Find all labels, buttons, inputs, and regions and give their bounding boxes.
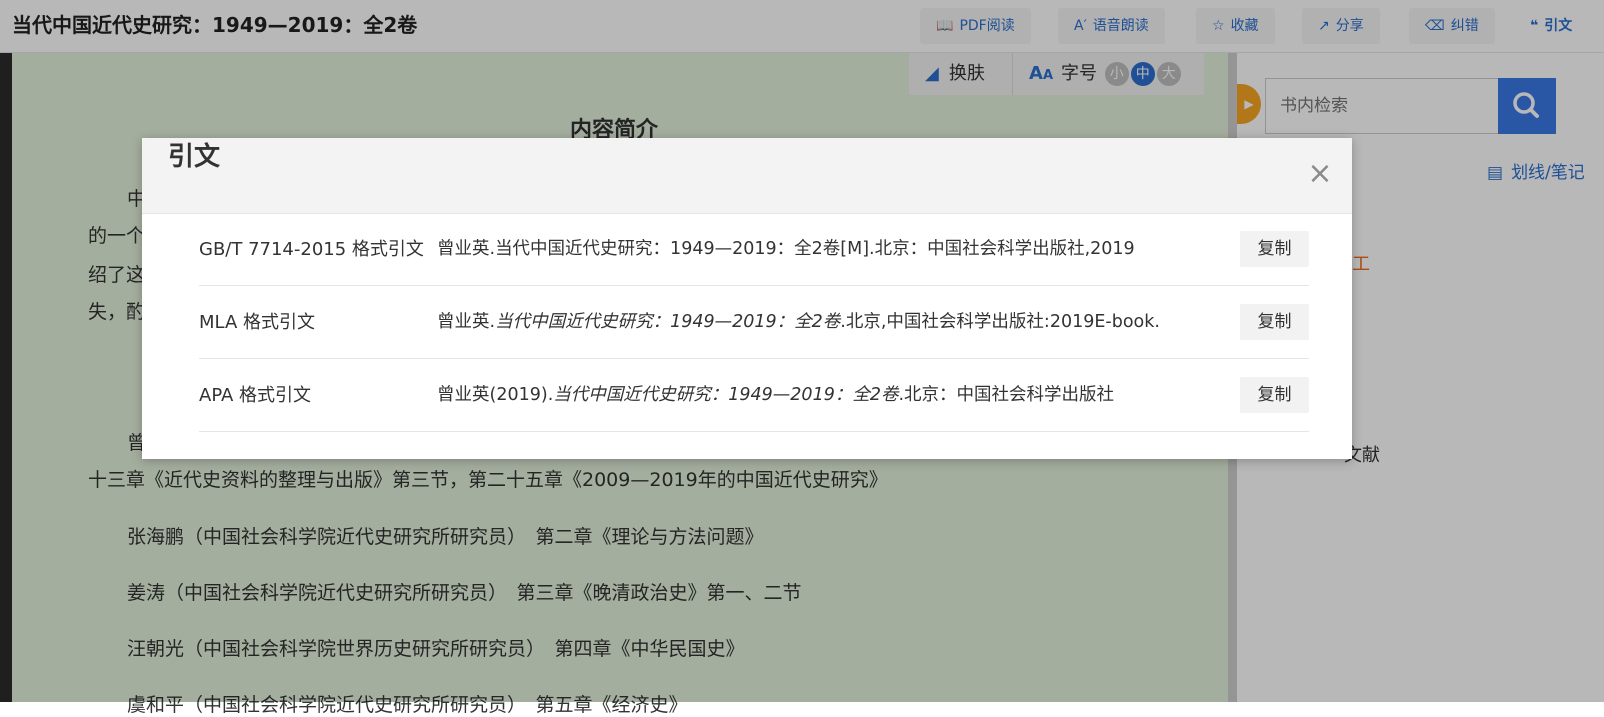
citation-author: 曾业英. [437, 312, 496, 332]
citation-row-apa: APA 格式引文 曾业英(2019).当代中国近代史研究：1949—2019：全… [199, 359, 1309, 432]
citation-author: 曾业英(2019). [437, 385, 554, 405]
modal-header: 引文 × [142, 138, 1352, 214]
citation-row-gbt: GB/T 7714-2015 格式引文 曾业英.当代中国近代史研究：1949—2… [199, 213, 1309, 286]
citation-modal: 引文 × GB/T 7714-2015 格式引文 曾业英.当代中国近代史研究：1… [142, 138, 1352, 459]
copy-button[interactable]: 复制 [1240, 377, 1309, 413]
citation-row-mla: MLA 格式引文 曾业英.当代中国近代史研究：1949—2019：全2卷.北京,… [199, 286, 1309, 359]
citation-book-title: 当代中国近代史研究：1949—2019：全2卷 [553, 385, 899, 405]
modal-title: 引文 [168, 142, 221, 172]
citation-format-label: APA 格式引文 [199, 385, 312, 406]
copy-button[interactable]: 复制 [1240, 231, 1309, 267]
copy-button[interactable]: 复制 [1240, 304, 1309, 340]
citation-text: 曾业英.当代中国近代史研究：1949—2019：全2卷.北京,中国社会科学出版社… [437, 286, 1237, 359]
close-icon[interactable]: × [1302, 156, 1338, 192]
citation-text-plain: 曾业英.当代中国近代史研究：1949—2019：全2卷[M].北京：中国社会科学… [437, 239, 1135, 259]
citation-format-label: MLA 格式引文 [199, 312, 316, 333]
citation-text: 曾业英.当代中国近代史研究：1949—2019：全2卷[M].北京：中国社会科学… [437, 213, 1237, 286]
citation-format-label: GB/T 7714-2015 格式引文 [199, 239, 424, 260]
citation-text: 曾业英(2019).当代中国近代史研究：1949—2019：全2卷.北京：中国社… [437, 359, 1237, 432]
citation-publisher: .北京,中国社会科学出版社:2019E-book. [840, 312, 1160, 332]
citation-publisher: .北京：中国社会科学出版社 [898, 385, 1115, 405]
citation-book-title: 当代中国近代史研究：1949—2019：全2卷 [495, 312, 841, 332]
